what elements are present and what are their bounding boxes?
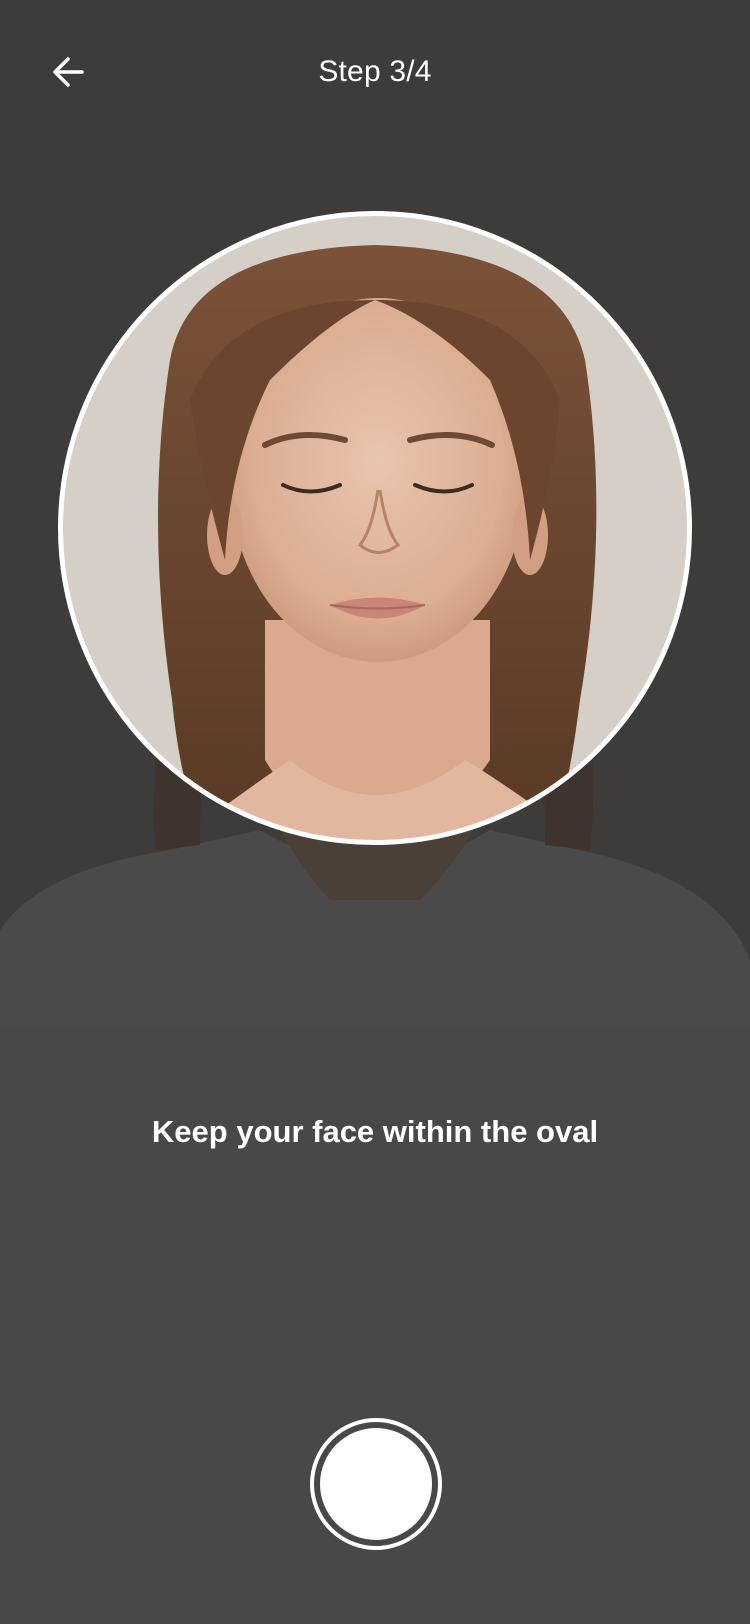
capture-shutter-button[interactable]	[310, 1418, 442, 1550]
face-instruction-text: Keep your face within the oval	[151, 1114, 599, 1149]
shutter-inner-circle	[320, 1428, 432, 1540]
camera-preview	[0, 0, 750, 1028]
face-guide-oval	[58, 211, 692, 845]
top-bar: Step 3/4	[0, 0, 750, 144]
face-capture-screen: Step 3/4 Keep your face within the oval	[0, 0, 750, 1624]
step-indicator-title: Step 3/4	[318, 55, 432, 88]
